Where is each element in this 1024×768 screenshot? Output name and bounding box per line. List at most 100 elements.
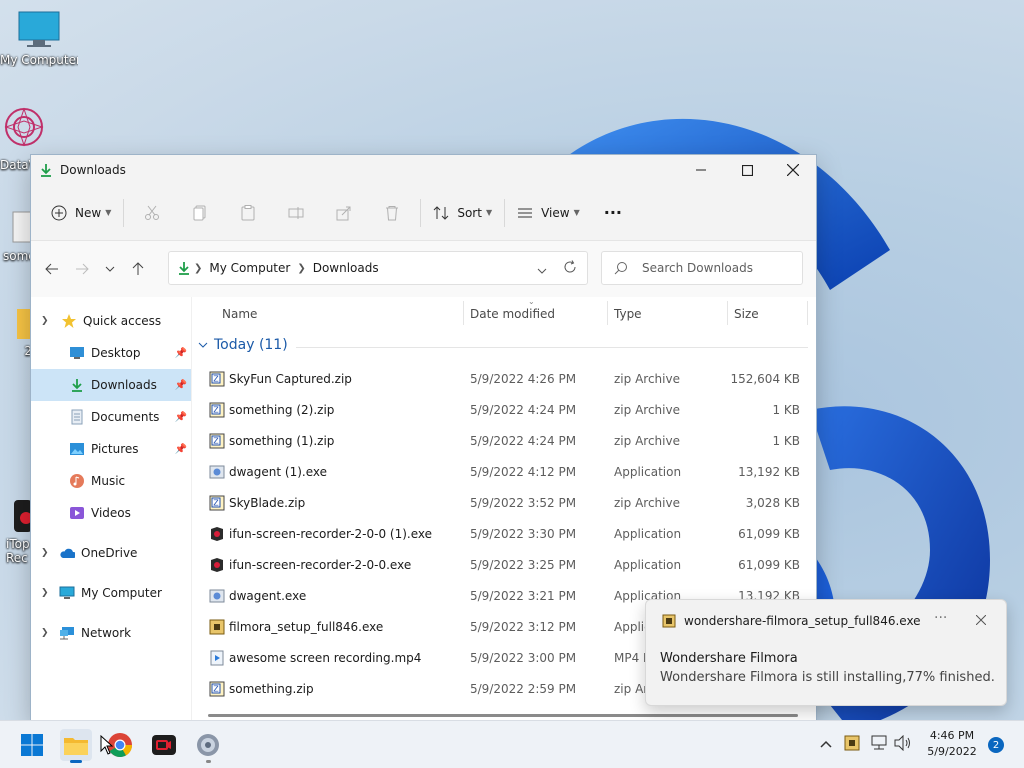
column-separator[interactable]	[727, 301, 728, 325]
forward-button[interactable]	[67, 254, 97, 284]
folder-icon	[64, 738, 88, 755]
tray-installer-icon[interactable]	[844, 735, 860, 754]
copy-icon	[193, 205, 206, 220]
taskbar-file-explorer[interactable]	[60, 729, 92, 763]
delete-button[interactable]	[368, 197, 416, 229]
sidebar-item-my-computer[interactable]: ❯ My Computer	[31, 577, 191, 609]
file-type: Application	[614, 557, 682, 572]
app-icon	[209, 588, 225, 604]
file-size: 1 KB	[772, 402, 800, 417]
file-date: 5/9/2022 3:00 PM	[470, 650, 577, 665]
paste-button[interactable]	[224, 197, 272, 229]
pin-icon: 📌	[174, 347, 187, 359]
document-icon	[69, 409, 85, 425]
sidebar-label: My Computer	[81, 586, 162, 600]
recent-locations-button[interactable]	[97, 254, 123, 284]
cloud-icon	[59, 545, 75, 561]
clock[interactable]: 4:46 PM 5/9/2022	[924, 728, 980, 760]
speaker-icon	[894, 734, 910, 752]
show-hidden-icons-button[interactable]	[820, 737, 832, 751]
title-bar[interactable]: Downloads	[31, 155, 816, 185]
clock-date: 5/9/2022	[927, 745, 977, 758]
desktop-icon-my-computer[interactable]: My Computer	[0, 10, 78, 67]
search-box[interactable]: Search Downloads	[601, 251, 803, 285]
notification-app-name: wondershare-filmora_setup_full846.exe	[684, 614, 921, 628]
file-row[interactable]: Z SkyBlade.zip 5/9/2022 3:52 PM zip Archive…	[192, 487, 816, 518]
cut-button[interactable]	[128, 197, 176, 229]
column-separator[interactable]	[463, 301, 464, 325]
search-icon	[614, 262, 627, 275]
tray-network-icon[interactable]	[870, 735, 888, 754]
sidebar-item-downloads[interactable]: Downloads 📌	[31, 369, 191, 401]
sidebar-item-desktop[interactable]: Desktop 📌	[31, 337, 191, 369]
copy-button[interactable]	[176, 197, 224, 229]
group-header-today[interactable]: Today (11)	[198, 337, 288, 353]
file-row[interactable]: Z SkyFun Captured.zip 5/9/2022 4:26 PM zip …	[192, 363, 816, 394]
notification-close-button[interactable]	[975, 614, 987, 628]
file-row[interactable]: Zsomething (1).zip 5/9/2022 4:24 PM zip Ar…	[192, 425, 816, 456]
file-row[interactable]: ifun-screen-recorder-2-0-0 (1).exe 5/9/20…	[192, 518, 816, 549]
file-row[interactable]: ifun-screen-recorder-2-0-0.exe 5/9/2022 3…	[192, 549, 816, 580]
minimize-button[interactable]	[678, 155, 724, 185]
recorder-app-icon	[14, 500, 32, 532]
file-date: 5/9/2022 3:12 PM	[470, 619, 577, 634]
more-options-button[interactable]: ···	[596, 197, 630, 229]
file-date: 5/9/2022 3:52 PM	[470, 495, 577, 510]
taskbar-settings[interactable]	[192, 729, 224, 763]
file-name-cell: ifun-screen-recorder-2-0-0 (1).exe	[209, 526, 432, 542]
horizontal-scrollbar[interactable]	[208, 714, 798, 717]
notification-count-badge[interactable]: 2	[988, 737, 1004, 753]
taskbar-recorder[interactable]	[148, 729, 180, 761]
address-history-button[interactable]	[537, 263, 547, 277]
notification-more-button[interactable]: ···	[934, 610, 947, 626]
desktop-icon-some[interactable]: some	[0, 210, 32, 263]
sidebar-item-quick-access[interactable]: ❯ Quick access	[31, 305, 191, 337]
share-button[interactable]	[320, 197, 368, 229]
new-button[interactable]: New ▼	[43, 197, 119, 229]
sort-button[interactable]: Sort ▼	[425, 197, 500, 229]
desktop-icon-folder[interactable]: 2	[0, 305, 32, 358]
column-size[interactable]: Size	[734, 307, 759, 321]
file-row[interactable]: Zsomething (2).zip 5/9/2022 4:24 PM zip Ar…	[192, 394, 816, 425]
app-icon	[209, 464, 225, 480]
close-icon	[787, 164, 799, 176]
sidebar-item-documents[interactable]: Documents 📌	[31, 401, 191, 433]
tray-volume-icon[interactable]	[894, 734, 912, 754]
breadcrumb-my-computer[interactable]: My Computer	[209, 261, 290, 275]
refresh-button[interactable]	[563, 260, 577, 277]
sidebar-item-onedrive[interactable]: ❯ OneDrive	[31, 537, 191, 569]
sidebar-item-music[interactable]: Music	[31, 465, 191, 497]
ethernet-icon	[871, 735, 887, 750]
rename-button[interactable]	[272, 197, 320, 229]
sidebar-item-network[interactable]: ❯ Network	[31, 617, 191, 649]
desktop-icon-itop[interactable]: iTop Rec	[0, 498, 32, 565]
installer-notification[interactable]: wondershare-filmora_setup_full846.exe ··…	[645, 599, 1007, 706]
column-date-modified[interactable]: Date modified	[470, 307, 555, 321]
up-button[interactable]	[123, 254, 153, 284]
mouse-cursor-icon	[100, 735, 114, 755]
maximize-button[interactable]	[724, 155, 770, 185]
file-name: SkyFun Captured.zip	[229, 371, 352, 386]
active-indicator	[70, 760, 82, 763]
start-button[interactable]	[16, 729, 48, 761]
view-button[interactable]: View ▼	[509, 197, 588, 229]
back-button[interactable]	[37, 254, 67, 284]
chevron-down-icon: ❯	[41, 316, 49, 326]
file-name-cell: dwagent.exe	[209, 588, 306, 604]
column-separator[interactable]	[807, 301, 808, 325]
file-name-cell: Z SkyBlade.zip	[209, 495, 305, 511]
close-button[interactable]	[770, 155, 816, 185]
sidebar-item-pictures[interactable]: Pictures 📌	[31, 433, 191, 465]
file-type: zip Archive	[614, 495, 680, 510]
column-name[interactable]: Name	[222, 307, 257, 321]
file-row[interactable]: dwagent (1).exe 5/9/2022 4:12 PM Applicati…	[192, 456, 816, 487]
breadcrumb-downloads[interactable]: Downloads	[313, 261, 379, 275]
rename-icon	[288, 206, 304, 219]
address-bar[interactable]: ❯ My Computer ❯ Downloads	[168, 251, 588, 285]
column-separator[interactable]	[607, 301, 608, 325]
file-date: 5/9/2022 3:21 PM	[470, 588, 577, 603]
notification-message: Wondershare Filmora is still installing,…	[660, 670, 995, 685]
recorder-icon	[209, 557, 225, 573]
column-type[interactable]: Type	[614, 307, 642, 321]
sidebar-item-videos[interactable]: Videos	[31, 497, 191, 529]
